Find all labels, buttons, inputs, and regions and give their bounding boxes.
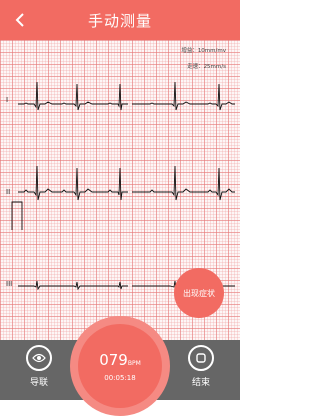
lead-button[interactable]: 导联: [14, 340, 64, 400]
ecg-trace-lead-ii: [18, 165, 128, 201]
symptom-button[interactable]: 出现症状: [174, 268, 224, 318]
calibration-pulse: [11, 201, 23, 230]
elapsed-time: 00:05:18: [104, 374, 136, 382]
ecg-trace-lead-iii: [18, 280, 128, 291]
ecg-trace-lead-i: [18, 81, 128, 111]
heart-rate-value: 079: [99, 351, 128, 369]
ecg-trace-lead-i-right: [132, 81, 235, 111]
eye-icon: [26, 345, 52, 371]
page-title: 手动测量: [87, 11, 152, 30]
heart-rate-unit: BPM: [127, 360, 141, 367]
stop-icon: [188, 345, 214, 371]
top-bar: 手动测量: [0, 0, 240, 40]
back-button[interactable]: [6, 6, 34, 34]
lead-button-label: 导联: [29, 378, 48, 388]
stop-button[interactable]: 结束: [176, 340, 226, 400]
heart-rate: 079BPM: [78, 350, 162, 369]
chevron-left-icon: [15, 13, 24, 27]
ecg-trace-lead-ii-right: [132, 165, 235, 201]
stop-button-label: 结束: [191, 378, 210, 388]
measurement-timer: 079BPM 00:05:18: [70, 316, 170, 416]
